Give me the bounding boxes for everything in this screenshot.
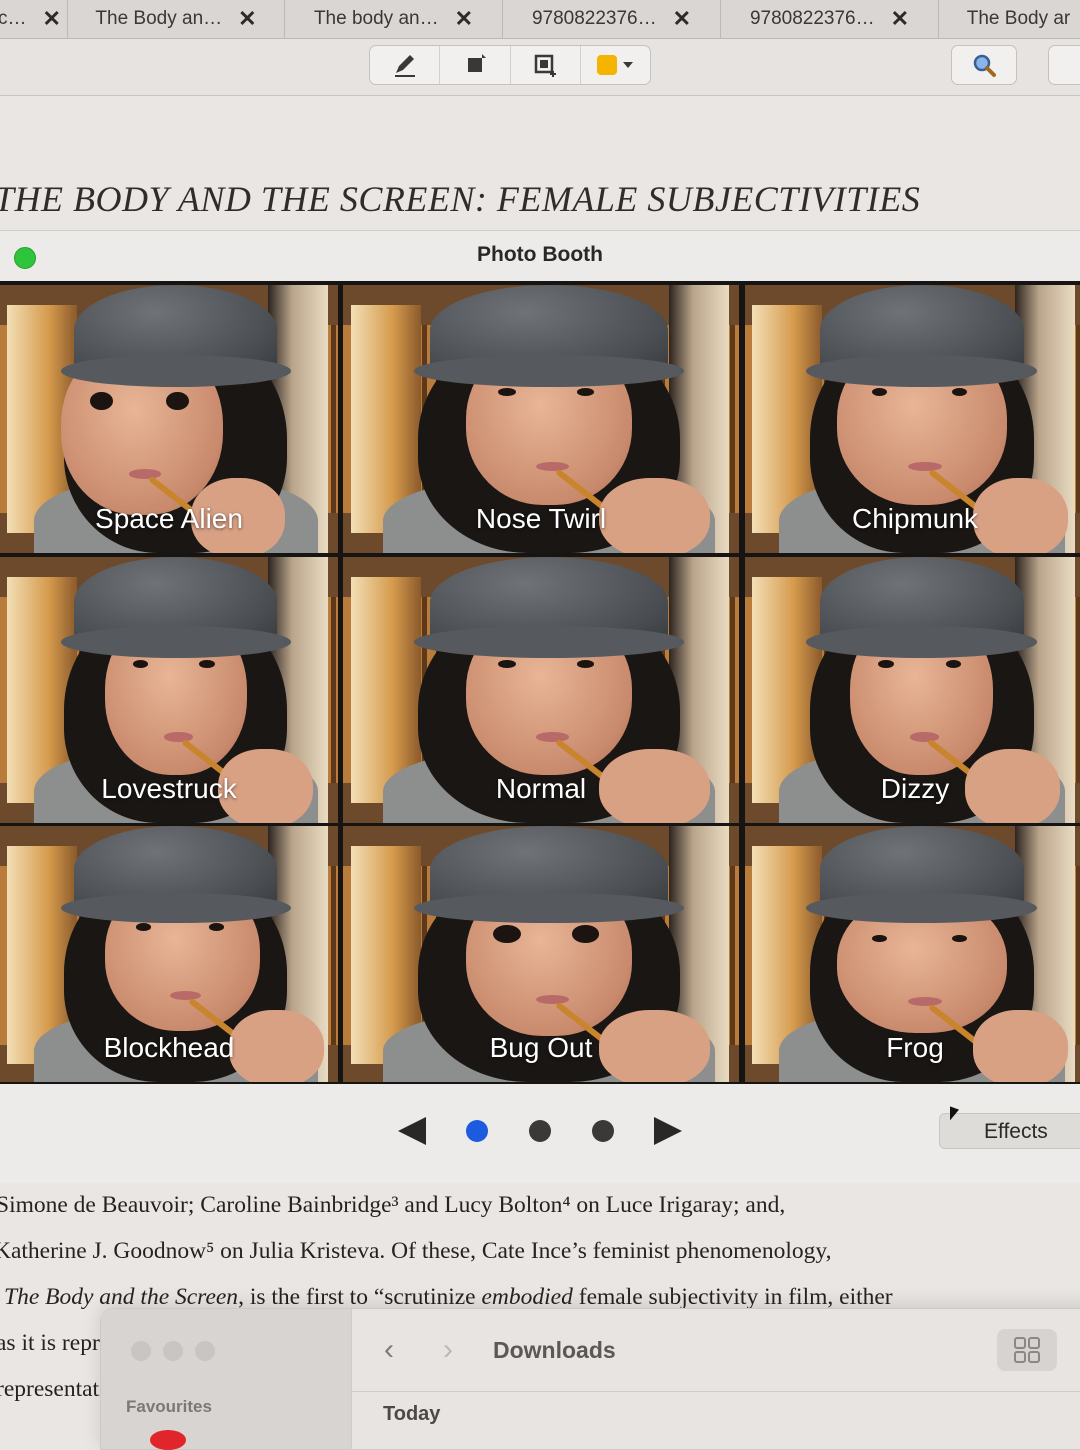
- close-tab-icon[interactable]: ✕: [238, 6, 256, 32]
- next-page-icon[interactable]: [654, 1117, 682, 1145]
- finder-divider: [352, 1391, 1080, 1392]
- highlight-color-icon[interactable]: [581, 46, 650, 84]
- page-dot-3[interactable]: [592, 1120, 614, 1142]
- text-span: , is the first to “scrutinize: [238, 1284, 482, 1310]
- dock-app-icon[interactable]: [150, 1430, 186, 1450]
- close-tab-icon[interactable]: ✕: [43, 6, 61, 32]
- mouse-cursor-icon: [950, 1106, 959, 1124]
- finder-window: Favourites ‹ › Downloads Today: [100, 1308, 1080, 1450]
- effect-label: Bug Out: [489, 1032, 593, 1063]
- emphasis: embodied: [481, 1284, 573, 1310]
- close-tab-icon[interactable]: ✕: [673, 6, 691, 32]
- effects-pagination: Effects: [0, 1093, 1080, 1163]
- sidebar-button[interactable]: [1048, 45, 1080, 85]
- search-icon: [973, 54, 996, 77]
- text-line: Katherine J. Goodnow⁵ on Julia Kristeva.…: [0, 1238, 832, 1264]
- view-mode-button[interactable]: [997, 1329, 1057, 1371]
- tab-title: c…: [0, 8, 27, 29]
- close-window-button[interactable]: [131, 1341, 151, 1361]
- effect-tile-frog[interactable]: Frog: [745, 826, 1080, 1082]
- back-icon[interactable]: ‹: [384, 1333, 394, 1367]
- browser-tab[interactable]: 9780822376… ✕: [503, 0, 721, 38]
- effect-label: Frog: [886, 1032, 944, 1063]
- crop-icon[interactable]: [511, 46, 581, 84]
- page-dot-1[interactable]: [466, 1120, 488, 1142]
- grid-view-icon: [1014, 1337, 1040, 1363]
- browser-tab[interactable]: 9780822376… ✕: [721, 0, 939, 38]
- previous-page-icon[interactable]: [398, 1117, 426, 1145]
- photo-booth-titlebar: Photo Booth: [0, 231, 1080, 279]
- photo-booth-window: Photo Booth Space Alien Nose Twirl Chipmun…: [0, 230, 1080, 1183]
- zoom-window-button[interactable]: [195, 1341, 215, 1361]
- effect-label: Normal: [495, 773, 587, 804]
- tab-title: 9780822376…: [531, 8, 657, 29]
- effect-label: Lovestruck: [101, 773, 237, 804]
- effect-tile-dizzy[interactable]: Dizzy: [745, 557, 1080, 823]
- close-tab-icon[interactable]: ✕: [891, 6, 909, 32]
- browser-tab[interactable]: The Body an… ✕: [68, 0, 285, 38]
- browser-tab-bar: c… ✕ The Body an… ✕ The body an… ✕ 9780822376……: [0, 0, 1080, 39]
- tab-title: The Body an…: [95, 8, 223, 29]
- minimize-window-button[interactable]: [163, 1341, 183, 1361]
- rotate-icon[interactable]: [440, 46, 511, 84]
- browser-tab[interactable]: The body an… ✕: [285, 0, 503, 38]
- effect-tile-space-alien[interactable]: Space Alien: [0, 285, 338, 553]
- group-header-today: Today: [383, 1403, 441, 1425]
- finder-title: Downloads: [493, 1337, 616, 1363]
- text-line: Simone de Beauvoir; Caroline Bainbridge³…: [0, 1192, 786, 1218]
- sidebar-section-favourites: Favourites: [126, 1397, 212, 1416]
- pdf-toolbar: [0, 39, 1080, 96]
- tab-title: 9780822376…: [749, 8, 875, 29]
- effect-tile-nose-twirl[interactable]: Nose Twirl: [343, 285, 739, 553]
- window-title: Photo Booth: [477, 243, 603, 266]
- effect-label: Chipmunk: [851, 503, 979, 534]
- effect-tile-normal[interactable]: Normal: [343, 557, 739, 823]
- effects-grid: Space Alien Nose Twirl Chipmunk Lovestruck N…: [0, 281, 1080, 1084]
- effect-label: Blockhead: [103, 1032, 235, 1063]
- book-title: The Body and the Screen: [4, 1284, 239, 1310]
- effect-label: Nose Twirl: [475, 503, 607, 534]
- effect-tile-lovestruck[interactable]: Lovestruck: [0, 557, 338, 823]
- effect-tile-chipmunk[interactable]: Chipmunk: [745, 285, 1080, 553]
- browser-tab[interactable]: c… ✕: [0, 0, 68, 38]
- finder-sidebar: Favourites: [101, 1309, 352, 1449]
- tab-title: The body an…: [313, 8, 439, 29]
- markup-tool-group: [369, 45, 651, 85]
- text-span: female subjectivity in film, either: [572, 1284, 893, 1310]
- search-button[interactable]: [951, 45, 1017, 85]
- effect-label: Dizzy: [880, 773, 950, 804]
- pencil-icon[interactable]: [370, 46, 441, 84]
- effects-button[interactable]: Effects: [939, 1113, 1080, 1149]
- chapter-heading: THE BODY AND THE SCREEN: FEMALE SUBJECTI…: [0, 179, 921, 219]
- page-dot-2[interactable]: [529, 1120, 551, 1142]
- forward-icon[interactable]: ›: [443, 1333, 453, 1367]
- tab-title: The Body ar: [966, 8, 1071, 29]
- close-tab-icon[interactable]: ✕: [455, 6, 473, 32]
- effect-label: Space Alien: [95, 503, 243, 534]
- effect-tile-bug-out[interactable]: Bug Out: [343, 826, 739, 1082]
- effect-tile-blockhead[interactable]: Blockhead: [0, 826, 338, 1082]
- browser-tab[interactable]: The Body ar: [939, 0, 1080, 38]
